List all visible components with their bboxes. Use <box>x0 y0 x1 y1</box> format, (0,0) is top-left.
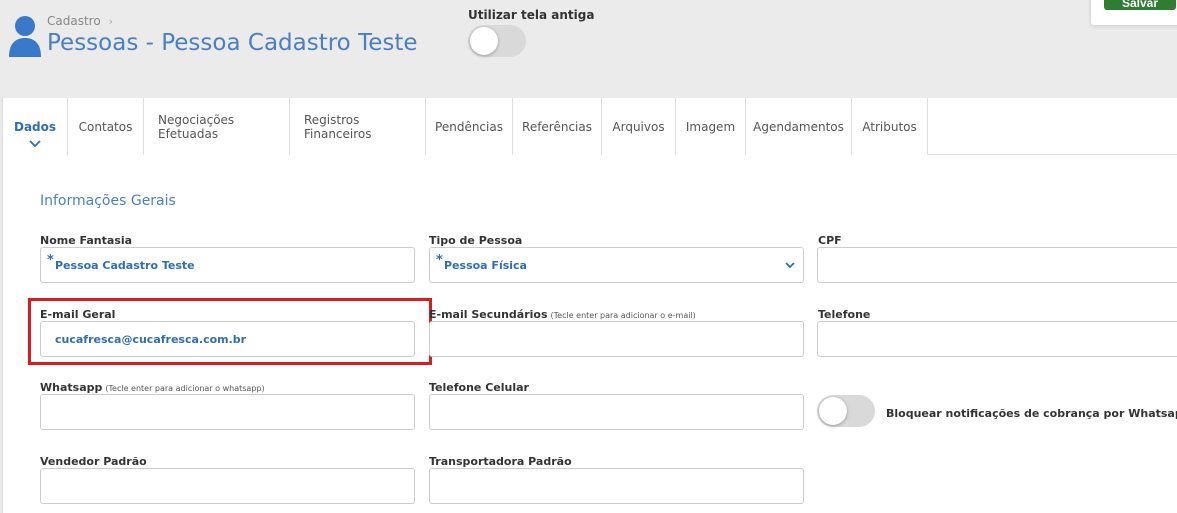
tab-contatos[interactable]: Contatos <box>68 98 144 155</box>
page-header: Cadastro › Pessoas - Pessoa Cadastro Test… <box>0 0 1177 98</box>
tab-label: Negociações Efetuadas <box>158 112 235 141</box>
chevron-right-icon: › <box>108 15 114 28</box>
tab-label: Registros Financeiros <box>304 112 372 141</box>
required-mark: * <box>436 253 443 268</box>
cpf-input[interactable] <box>817 247 1177 283</box>
vendedor-padrao-label: Vendedor Padrão <box>40 455 147 468</box>
tab-atributos[interactable]: Atributos <box>852 98 928 155</box>
tab-bar: Dados Contatos Negociações Efetuadas Reg… <box>3 98 1177 156</box>
telefone-celular-input[interactable] <box>429 394 804 430</box>
tab-imagem[interactable]: Imagem <box>676 98 746 155</box>
page-title: Pessoas - Pessoa Cadastro Teste <box>47 30 418 56</box>
tab-label: Imagem <box>685 119 736 134</box>
email-geral-input[interactable]: cucafresca@cucafresca.com.br <box>40 321 415 357</box>
nome-fantasia-value: Pessoa Cadastro Teste <box>55 258 195 272</box>
tab-label: Referências <box>522 119 592 134</box>
tab-referencias[interactable]: Referências <box>513 98 602 155</box>
tab-pendencias[interactable]: Pendências <box>426 98 513 155</box>
block-whatsapp-notifications-label: Bloquear notificações de cobrança por Wh… <box>886 407 1177 420</box>
transportadora-padrao-label: Transportadora Padrão <box>429 455 572 468</box>
tab-label: Contatos <box>78 119 133 134</box>
vendedor-padrao-input[interactable] <box>40 468 415 504</box>
tab-label: Arquivos <box>612 119 665 134</box>
breadcrumb[interactable]: Cadastro › <box>47 14 113 28</box>
main-content: Dados Contatos Negociações Efetuadas Reg… <box>2 98 1177 513</box>
tipo-pessoa-select[interactable]: * Pessoa Física <box>429 247 804 283</box>
toggle-knob <box>819 397 847 425</box>
whatsapp-input[interactable] <box>40 394 415 430</box>
email-secundarios-label: E-mail Secundários (Tecle enter para adic… <box>429 308 696 321</box>
required-mark: * <box>47 253 54 268</box>
save-button[interactable]: Salvar <box>1104 0 1176 10</box>
tab-label: Agendamentos <box>753 119 844 134</box>
chevron-down-icon <box>29 140 41 148</box>
toggle-knob <box>470 27 498 55</box>
save-panel: Salvar <box>1091 0 1177 25</box>
tab-registros-financeiros[interactable]: Registros Financeiros <box>290 98 426 155</box>
old-screen-toggle[interactable] <box>468 25 526 57</box>
email-secundarios-label-text: E-mail Secundários <box>429 308 548 321</box>
telefone-input[interactable] <box>817 321 1177 357</box>
block-whatsapp-notifications-toggle[interactable] <box>817 395 875 427</box>
email-geral-value: cucafresca@cucafresca.com.br <box>55 332 247 346</box>
tab-label: Dados <box>13 119 57 134</box>
nome-fantasia-input[interactable]: * Pessoa Cadastro Teste <box>40 247 415 283</box>
tipo-pessoa-value: Pessoa Física <box>444 258 527 272</box>
email-geral-label: E-mail Geral <box>40 308 116 321</box>
whatsapp-hint: (Tecle enter para adicionar o whatsapp) <box>105 384 265 393</box>
section-title: Informações Gerais <box>40 193 176 209</box>
breadcrumb-item-cadastro[interactable]: Cadastro <box>47 14 101 28</box>
old-screen-label: Utilizar tela antiga <box>468 8 595 22</box>
tab-dados[interactable]: Dados <box>3 98 68 156</box>
email-secundarios-hint: (Tecle enter para adicionar o e-mail) <box>550 311 696 320</box>
chevron-down-icon <box>785 262 795 269</box>
telefone-celular-label: Telefone Celular <box>429 381 529 394</box>
whatsapp-label-text: Whatsapp <box>40 381 103 394</box>
tab-label: Atributos <box>862 119 917 134</box>
tab-agendamentos[interactable]: Agendamentos <box>746 98 852 155</box>
cpf-label: CPF <box>818 234 842 247</box>
tab-arquivos[interactable]: Arquivos <box>602 98 676 155</box>
email-secundarios-input[interactable] <box>429 321 804 357</box>
tab-negociacoes-efetuadas[interactable]: Negociações Efetuadas <box>144 98 290 155</box>
whatsapp-label: Whatsapp (Tecle enter para adicionar o wh… <box>40 381 265 394</box>
telefone-label: Telefone <box>818 308 871 321</box>
transportadora-padrao-input[interactable] <box>429 468 804 504</box>
tipo-pessoa-label: Tipo de Pessoa <box>429 234 523 247</box>
nome-fantasia-label: Nome Fantasia <box>40 234 133 247</box>
user-icon <box>9 16 41 57</box>
tab-label: Pendências <box>435 119 503 134</box>
